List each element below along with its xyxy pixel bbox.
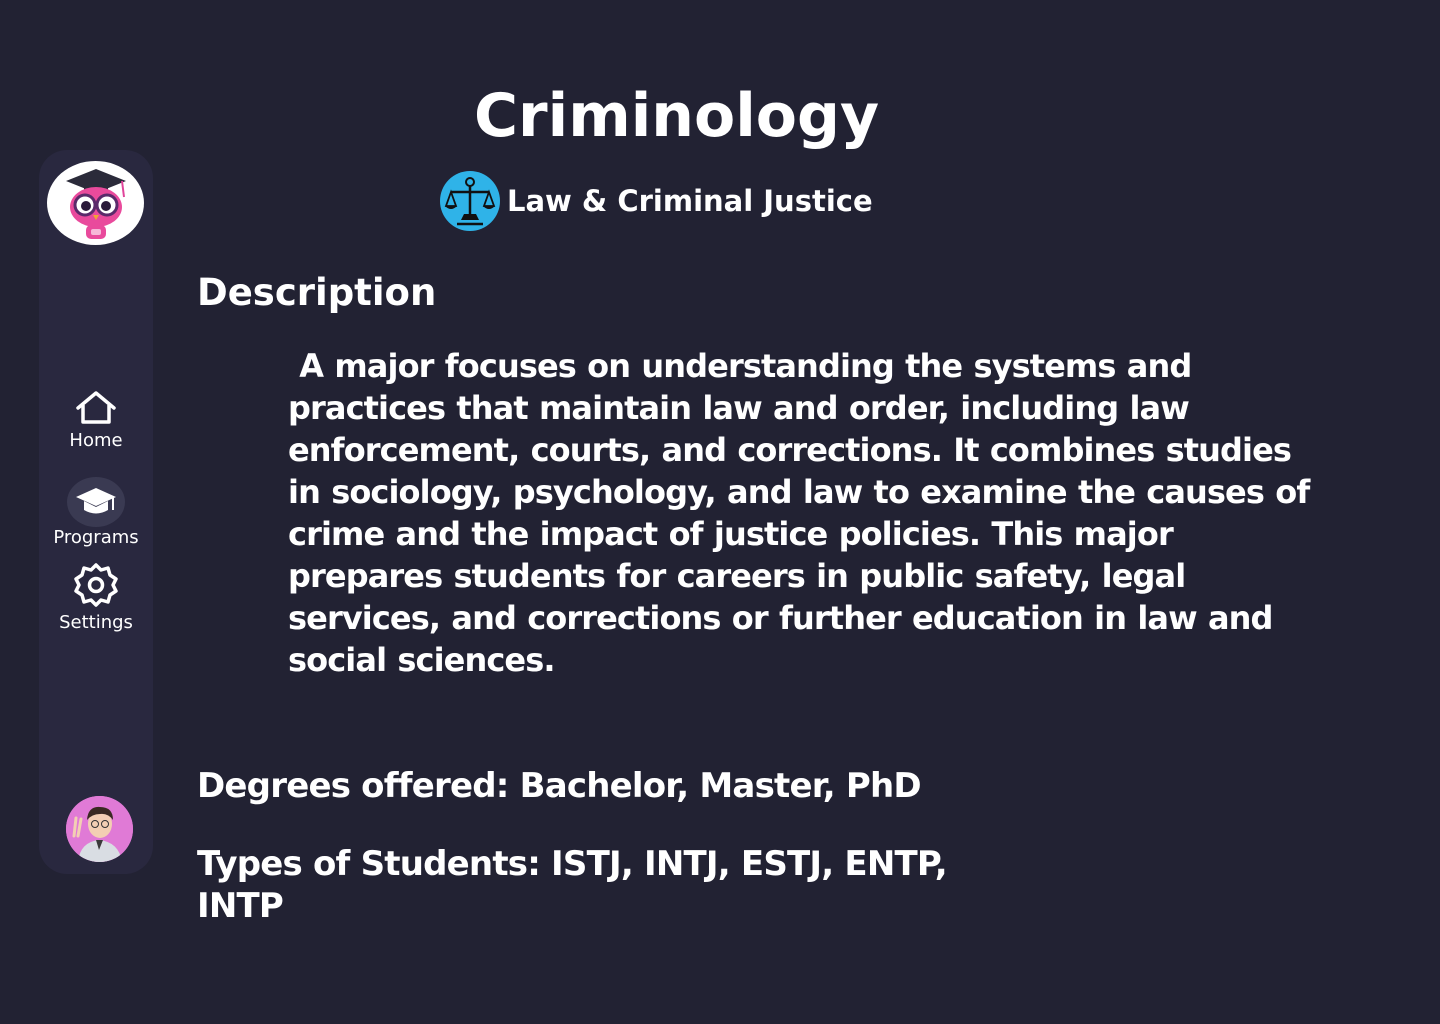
home-icon: [74, 390, 118, 430]
owl-logo-icon[interactable]: [47, 161, 144, 245]
sidebar: Home Programs Settings: [39, 150, 153, 874]
sidebar-item-label: Home: [69, 430, 123, 451]
user-avatar-icon[interactable]: [66, 796, 133, 862]
degrees-offered: Degrees offered: Bachelor, Master, PhD: [197, 766, 922, 806]
sidebar-item-programs[interactable]: Programs: [39, 477, 153, 549]
program-detail-page: Home Programs Settings Criminology Law &…: [0, 0, 1440, 1024]
student-types: Types of Students: ISTJ, INTJ, ESTJ, ENT…: [197, 844, 948, 926]
category-label: Law & Criminal Justice: [507, 184, 873, 218]
description-text: A major focuses on understanding the sys…: [288, 345, 1313, 681]
sidebar-item-settings[interactable]: Settings: [39, 562, 153, 634]
page-title: Criminology: [474, 81, 880, 151]
description-body: A major focuses on understanding the sys…: [288, 347, 1310, 679]
sidebar-item-label: Programs: [53, 527, 139, 548]
sidebar-item-label: Settings: [59, 612, 133, 633]
gear-icon: [73, 562, 119, 612]
description-heading: Description: [197, 271, 437, 314]
program-category: Law & Criminal Justice: [440, 171, 873, 231]
scales-of-justice-icon: [440, 171, 500, 231]
graduation-cap-icon: [67, 477, 125, 527]
sidebar-item-home[interactable]: Home: [39, 390, 153, 452]
